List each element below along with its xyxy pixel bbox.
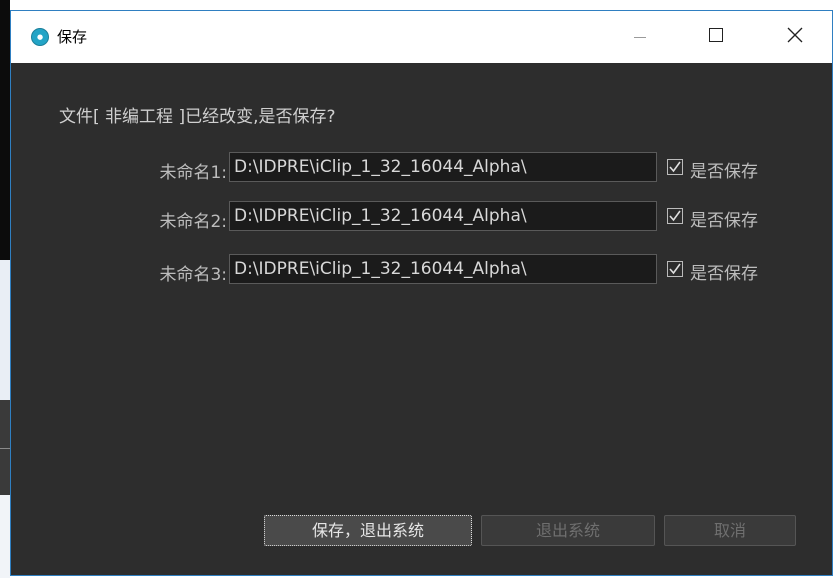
title-bar[interactable]: ● 保存	[11, 10, 832, 63]
file-label: 未命名1:	[159, 163, 227, 183]
save-checkbox-label[interactable]: 是否保存	[690, 206, 758, 231]
save-checkbox-label[interactable]: 是否保存	[690, 259, 758, 284]
save-checkbox-label[interactable]: 是否保存	[690, 157, 758, 182]
file-label: 未命名3:	[159, 265, 227, 285]
save-and-exit-button[interactable]: 保存，退出系统	[264, 515, 472, 546]
maximize-icon	[709, 28, 723, 42]
checkmark-icon	[669, 161, 681, 173]
cancel-button[interactable]: 取消	[664, 515, 796, 546]
save-dialog: ● 保存 文件[ 非编工程 ]已经改变,是否保存? 未命名1: D:\IDPRE…	[10, 10, 833, 576]
window-title: 保存	[57, 28, 88, 46]
minimize-button[interactable]	[617, 11, 663, 61]
file-path-field[interactable]: D:\IDPRE\iClip_1_32_16044_Alpha\	[229, 152, 657, 182]
background-light-panel	[0, 260, 10, 400]
file-path-field[interactable]: D:\IDPRE\iClip_1_32_16044_Alpha\	[229, 201, 657, 231]
background-app	[0, 0, 10, 578]
save-checkbox[interactable]	[667, 261, 683, 277]
save-checkbox[interactable]	[667, 159, 683, 175]
exit-button[interactable]: 退出系统	[481, 515, 655, 546]
close-icon	[787, 27, 803, 43]
checkmark-icon	[669, 210, 681, 222]
file-label: 未命名2:	[159, 212, 227, 232]
checkmark-icon	[669, 263, 681, 275]
background-dark-panel	[0, 0, 10, 260]
file-row-2: 未命名2: D:\IDPRE\iClip_1_32_16044_Alpha\ 是…	[11, 201, 832, 232]
background-divider	[0, 448, 10, 449]
app-logo-icon: ●	[31, 28, 49, 46]
file-path-field[interactable]: D:\IDPRE\iClip_1_32_16044_Alpha\	[229, 254, 657, 284]
file-row-3: 未命名3: D:\IDPRE\iClip_1_32_16044_Alpha\ 是…	[11, 254, 832, 285]
maximize-button[interactable]	[693, 11, 739, 61]
dialog-message: 文件[ 非编工程 ]已经改变,是否保存?	[59, 107, 336, 127]
file-row-1: 未命名1: D:\IDPRE\iClip_1_32_16044_Alpha\ 是…	[11, 152, 832, 183]
minimize-icon	[634, 37, 646, 38]
close-button[interactable]	[772, 11, 818, 61]
save-checkbox[interactable]	[667, 208, 683, 224]
